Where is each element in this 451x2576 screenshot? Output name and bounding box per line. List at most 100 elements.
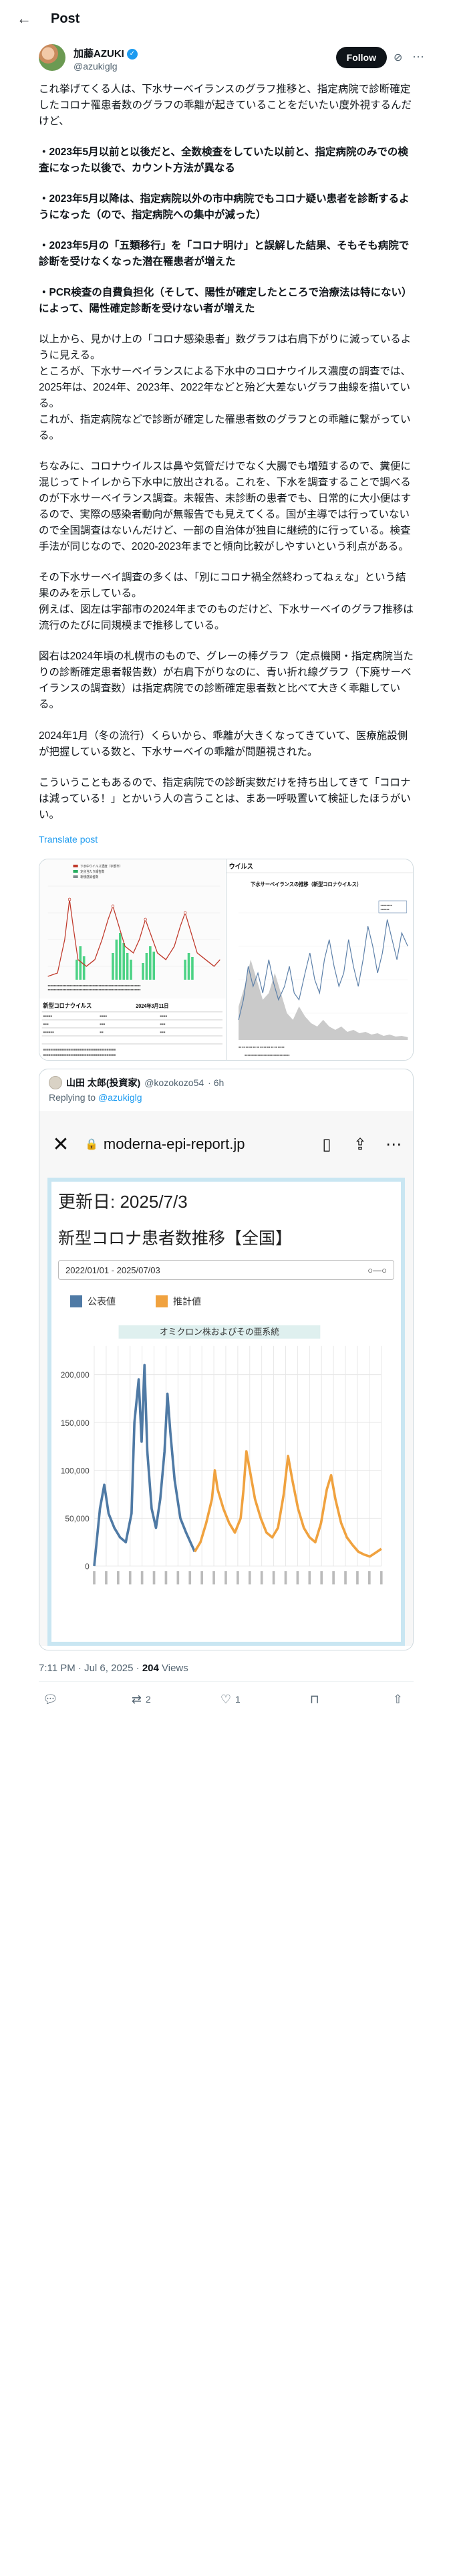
replying-to-label: Replying to bbox=[49, 1092, 98, 1103]
x-tick-mark bbox=[320, 1571, 323, 1585]
x-tick-mark bbox=[272, 1571, 275, 1585]
repost-button[interactable]: ⇄ 2 bbox=[132, 1693, 151, 1707]
x-tick-mark bbox=[224, 1571, 227, 1585]
verified-badge-icon: ✓ bbox=[126, 49, 138, 60]
tweet-bullet-1: ・2023年5月以前と以後だと、全数検査をしていた以前と、指定病院のみでの検査に… bbox=[39, 146, 408, 175]
author-row: 加藤AZUKI ✓ @azukiglg Follow ⊘ ··· bbox=[0, 37, 451, 78]
author-avatar[interactable] bbox=[39, 44, 65, 71]
browser-url: 🔒 moderna-epi-report.jp bbox=[85, 1136, 305, 1153]
more-options-icon[interactable]: ··· bbox=[412, 49, 424, 64]
share-icon: ⇪ bbox=[353, 1135, 367, 1154]
x-tick-mark bbox=[380, 1571, 383, 1585]
grok-icon[interactable]: ⊘ bbox=[394, 51, 407, 64]
post-meta: 7:11 PM · Jul 6, 2025 · 204 Views bbox=[0, 1650, 451, 1681]
share-icon: ⇧ bbox=[392, 1692, 403, 1706]
like-count: 1 bbox=[235, 1694, 241, 1705]
series-public-line bbox=[93, 1364, 196, 1567]
bookmark-icon: ▯ bbox=[322, 1135, 331, 1154]
tweet-bullet-2: ・2023年5月以降は、指定病院以外の市中病院でもコロナ疑い患者を診断するように… bbox=[39, 193, 410, 221]
tweet-paragraph-7: こういうこともあるので、指定病院での診断実数だけを持ち出してきて「コロナは減って… bbox=[39, 776, 411, 821]
report-legend: 公表値 推計値 bbox=[51, 1280, 401, 1308]
repost-count: 2 bbox=[145, 1694, 151, 1705]
tweet-bullet-3: ・2023年5月の「五類移行」を「コロナ明け」と誤解した結果、そもそも病院で診断… bbox=[39, 240, 410, 268]
x-tick-mark bbox=[128, 1571, 132, 1585]
reply-icon: 💬︎ bbox=[43, 1692, 58, 1706]
like-button[interactable]: ♡ 1 bbox=[220, 1693, 241, 1707]
bookmark-icon: ⊓ bbox=[309, 1692, 319, 1706]
x-tick-mark bbox=[296, 1571, 299, 1585]
svg-text:■■■■■■■■■■■■■■■■■■■■■■■■■■■■■■: ■■■■■■■■■■■■■■■■■■■■■■■■■■■■■■■■■■■■■■■■… bbox=[48, 984, 142, 987]
ube-sewage-chart: 下水中ウイルス濃度（宇部市） 定点当たり報告数 新規感染者数 ■■■■■■■■■… bbox=[39, 859, 226, 1061]
author-meta: 加藤AZUKI ✓ @azukiglg bbox=[73, 48, 138, 72]
report-date-range-text: 2022/01/01 - 2025/07/03 bbox=[65, 1265, 160, 1275]
quote-screenshot: ✕ 🔒 moderna-epi-report.jp ▯ ⇪ ⋯ 更新日: 202… bbox=[39, 1111, 413, 1646]
y-tick-label: 0 bbox=[85, 1562, 90, 1572]
media-grid: 下水中ウイルス濃度（宇部市） 定点当たり報告数 新規感染者数 ■■■■■■■■■… bbox=[39, 859, 414, 1061]
reply-button[interactable]: 💬︎ bbox=[43, 1693, 62, 1707]
x-tick-mark bbox=[152, 1571, 156, 1585]
tweet-p2-line-1: 以上から、見かけ上の「コロナ感染患者」数グラフは右肩下がりに減っているように見え… bbox=[39, 334, 412, 362]
x-tick-mark bbox=[188, 1571, 192, 1585]
covid-patient-chart: オミクロン株およびその亜系統 0 50,000 100,000 150,000 200,0… bbox=[61, 1325, 383, 1585]
quote-author-avatar[interactable] bbox=[49, 1076, 62, 1090]
x-tick-mark bbox=[248, 1571, 251, 1585]
share-button[interactable]: ⇧ bbox=[393, 1693, 407, 1707]
browser-url-text: moderna-epi-report.jp bbox=[103, 1136, 245, 1153]
heart-icon: ♡ bbox=[220, 1692, 231, 1706]
report-page: 更新日: 2025/7/3 新型コロナ患者数推移【全国】 2022/01/01 … bbox=[47, 1178, 405, 1646]
bookmark-button[interactable]: ⊓ bbox=[310, 1693, 323, 1707]
translate-post-link[interactable]: Translate post bbox=[39, 833, 414, 847]
x-tick-mark bbox=[140, 1571, 144, 1585]
post-timestamp[interactable]: 7:11 PM · Jul 6, 2025 · bbox=[39, 1662, 142, 1674]
tweet-paragraph-1: これ挙げてくる人は、下水サーベイランスのグラフ推移と、指定病院で診断確定したコロ… bbox=[39, 84, 412, 128]
x-tick-mark bbox=[176, 1571, 180, 1585]
x-tick-mark bbox=[164, 1571, 168, 1585]
lock-icon: 🔒 bbox=[85, 1139, 98, 1151]
author-name-row[interactable]: 加藤AZUKI ✓ bbox=[73, 48, 138, 61]
replying-to-handle[interactable]: @azukiglg bbox=[98, 1092, 142, 1103]
svg-text:■■■■■■■■■■■■■■■■■■■■■■■■■■■■■■: ■■■■■■■■■■■■■■■■■■■■■■■■■■■■■■■■■■■■■■■■ bbox=[43, 1054, 116, 1057]
report-date-range: 2022/01/01 - 2025/07/03 ○—○ bbox=[58, 1260, 394, 1281]
report-title: 新型コロナ患者数推移【全国】 bbox=[58, 1229, 293, 1249]
post-header: ← Post bbox=[0, 0, 451, 37]
tweet-p2-line-3: これが、指定病院などで診断が確定した罹患者数のグラフとの乖離に繋がっている。 bbox=[39, 414, 411, 442]
repost-icon: ⇄ bbox=[131, 1692, 142, 1706]
media-image-left[interactable]: 下水中ウイルス濃度（宇部市） 定点当たり報告数 新規感染者数 ■■■■■■■■■… bbox=[39, 859, 227, 1061]
tweet-p4-line-1: その下水サーベイ調査の多くは、「別にコロナ禍全然終わってねぇな」という結果のみを… bbox=[39, 572, 406, 600]
left-table-date: 2024年3月11日 bbox=[136, 1002, 168, 1010]
legend-estimate-label: 推計値 bbox=[173, 1296, 201, 1307]
page-title: Post bbox=[51, 11, 80, 26]
more-icon: ⋯ bbox=[386, 1135, 402, 1154]
quote-author-name[interactable]: 山田 太郎(投資家) bbox=[66, 1076, 140, 1089]
browser-bar: ✕ 🔒 moderna-epi-report.jp ▯ ⇪ ⋯ bbox=[39, 1111, 413, 1178]
media-image-right[interactable]: ウイルス 下水サーベイランスの推移（新型コロナウイルス） ■■■■■■■■ ■■■… bbox=[226, 859, 413, 1061]
svg-text:■■■■■■: ■■■■■■ bbox=[380, 908, 390, 911]
quote-author-handle[interactable]: @kozokozo54 bbox=[144, 1077, 204, 1088]
svg-text:■■■: ■■■ bbox=[43, 1023, 48, 1027]
right-chart-title: 下水サーベイランスの推移（新型コロナウイルス） bbox=[251, 881, 361, 887]
author-name[interactable]: 加藤AZUKI bbox=[73, 48, 124, 61]
x-tick-mark bbox=[368, 1571, 371, 1585]
tweet-bullet-4: ・PCR検査の自費負担化（そして、陽性が確定したところで治療法は特にない）によっ… bbox=[39, 287, 412, 315]
follow-button[interactable]: Follow bbox=[335, 47, 387, 68]
post-page: ← Post 加藤AZUKI ✓ @azukiglg Follow ⊘ ··· … bbox=[0, 0, 451, 2576]
quote-author-row: 山田 太郎(投資家) @kozokozo54 · 6h bbox=[39, 1069, 413, 1090]
svg-text:■■: ■■ bbox=[100, 1031, 104, 1035]
quoted-reply-card[interactable]: 山田 太郎(投資家) @kozokozo54 · 6h Replying to … bbox=[39, 1069, 414, 1651]
x-tick-mark bbox=[284, 1571, 287, 1585]
quote-time: · 6h bbox=[208, 1077, 224, 1089]
legend-estimate: 推計値 bbox=[156, 1295, 201, 1308]
y-tick-label: 100,000 bbox=[61, 1467, 90, 1476]
tweet-paragraph-2: 以上から、見かけ上の「コロナ感染患者」数グラフは右肩下がりに減っているように見え… bbox=[39, 332, 414, 444]
author-handle[interactable]: @azukiglg bbox=[73, 61, 138, 73]
x-tick-mark bbox=[105, 1571, 108, 1585]
y-tick-label: 50,000 bbox=[65, 1514, 90, 1523]
svg-text:■■■■■■: ■■■■■■ bbox=[43, 1031, 53, 1035]
x-tick-mark bbox=[93, 1571, 96, 1585]
svg-text:■■■■■: ■■■■■ bbox=[43, 1015, 52, 1018]
back-arrow-icon[interactable]: ← bbox=[11, 5, 37, 32]
x-tick-mark bbox=[356, 1571, 359, 1585]
tweet-paragraph-5: 図右は2024年頃の札幌市のもので、グレーの棒グラフ（定点機関・指定病院当たりの… bbox=[39, 651, 414, 711]
left-table-title: 新型コロナウイルス bbox=[43, 1002, 92, 1010]
svg-text:■■■■: ■■■■ bbox=[160, 1015, 167, 1018]
